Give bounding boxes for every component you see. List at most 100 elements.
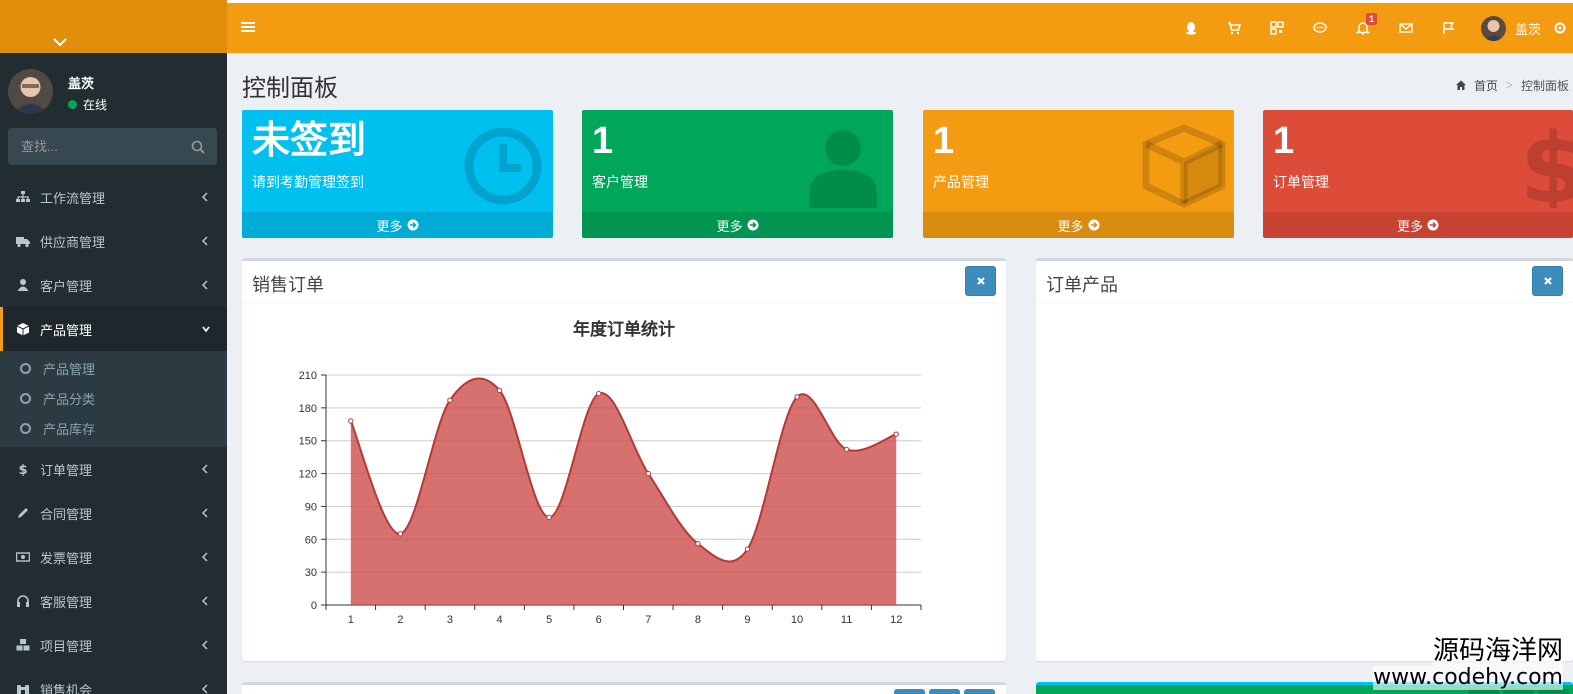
close-button[interactable] — [1532, 266, 1563, 296]
panel-tool-button[interactable] — [964, 689, 995, 694]
x-tick-label: 1 — [348, 614, 354, 626]
sidebar: 盖茨 在线 工作流管理 供应商管理 客户管理 产品管理 — [0, 53, 227, 694]
more-link[interactable]: 更多 — [242, 212, 553, 238]
panel-tool-button[interactable] — [1503, 689, 1534, 694]
user-status-label: 在线 — [83, 98, 108, 112]
box-label: 产品管理 — [933, 174, 989, 190]
panel-divider — [1036, 302, 1573, 303]
sidebar-item-invoices[interactable]: 发票管理 — [0, 535, 227, 579]
avatar — [1480, 15, 1506, 41]
panel-title: 订单产品 — [1046, 275, 1118, 295]
comment-icon[interactable] — [1299, 3, 1342, 53]
more-link[interactable]: 更多 — [923, 212, 1234, 238]
data-point — [695, 540, 701, 547]
more-link[interactable]: 更多 — [1263, 212, 1573, 238]
chevron-left-icon — [201, 640, 208, 650]
sidebar-item-contracts[interactable]: 合同管理 — [0, 491, 227, 535]
sidebar-item-customer-service[interactable]: 客服管理 — [0, 579, 227, 623]
user-menu[interactable]: 盖茨 — [1471, 3, 1553, 53]
cart-icon[interactable] — [1213, 3, 1256, 53]
sales-orders-panel: 销售订单 年度订单统计 0 30 60 90 120 150 180 210 1 2 3 4 5 6 7 8 9… — [242, 258, 1006, 661]
more-link[interactable]: 更多 — [582, 212, 893, 238]
y-tick-label: 0 — [311, 600, 317, 612]
box-value: 1 — [933, 120, 955, 162]
sidebar-toggle-icon[interactable] — [241, 20, 255, 34]
sidebar-item-label: 产品管理 — [40, 322, 93, 338]
sidebar-menu: 工作流管理 供应商管理 客户管理 产品管理 产品管理 产品分类 产品库存 $ 订… — [0, 175, 227, 694]
arrow-circle-right-icon — [1427, 219, 1439, 231]
x-tick-label: 6 — [596, 614, 602, 626]
user-icon — [16, 278, 30, 292]
data-point — [645, 470, 651, 477]
sidebar-item-projects[interactable]: 项目管理 — [0, 623, 227, 667]
x-tick-label: 7 — [645, 614, 651, 626]
customers-box: 1 客户管理 更多 — [582, 110, 893, 238]
y-tick-label: 210 — [299, 370, 317, 382]
qrcode-icon[interactable] — [1256, 3, 1299, 53]
logo-mark-icon — [53, 38, 67, 46]
sidebar-item-label: 客服管理 — [40, 594, 93, 610]
y-tick-label: 150 — [299, 436, 317, 448]
cubes-icon — [16, 638, 30, 652]
bottom-right-panel — [1036, 682, 1573, 694]
data-point — [447, 397, 453, 403]
sidebar-item-orders[interactable]: $ 订单管理 — [0, 447, 227, 491]
search-input[interactable] — [8, 128, 183, 165]
x-tick-label: 8 — [695, 614, 701, 626]
sidebar-item-label: 合同管理 — [40, 506, 93, 522]
y-tick-label: 180 — [299, 403, 317, 415]
close-icon — [976, 277, 985, 285]
panel-tool-button[interactable] — [1468, 689, 1499, 694]
sidebar-item-workflow[interactable]: 工作流管理 — [0, 175, 227, 219]
user-panel: 盖茨 在线 — [0, 53, 227, 125]
sidebar-item-label: 项目管理 — [40, 638, 93, 654]
x-tick-label: 3 — [447, 614, 453, 626]
flag-icon[interactable] — [1428, 3, 1471, 53]
panel-tool-button[interactable] — [1538, 689, 1569, 694]
bell-icon[interactable]: 1 — [1342, 3, 1385, 53]
chevron-left-icon — [201, 552, 208, 562]
close-icon — [1543, 277, 1552, 285]
sidebar-user-name: 盖茨 — [68, 76, 95, 91]
close-button[interactable] — [965, 266, 996, 296]
page-title: 控制面板 — [242, 75, 338, 102]
data-point — [546, 514, 552, 521]
area-fill — [350, 378, 897, 605]
sidebar-item-customers[interactable]: 客户管理 — [0, 263, 227, 307]
cube-icon — [16, 322, 30, 336]
panel-title: 销售订单 — [252, 275, 324, 295]
search-icon[interactable] — [191, 140, 205, 154]
avatar — [8, 69, 53, 114]
sidebar-search — [8, 128, 217, 165]
breadcrumb: 首页 > 控制面板 — [1455, 76, 1573, 94]
sidebar-item-label: 供应商管理 — [40, 234, 106, 250]
box-value: 1 — [592, 120, 614, 162]
sidebar-item-label: 发票管理 — [40, 550, 93, 566]
gear-icon[interactable] — [1553, 3, 1573, 53]
products-submenu: 产品管理 产品分类 产品库存 — [0, 351, 227, 447]
pencil-icon — [16, 506, 30, 520]
breadcrumb-home-link[interactable]: 首页 — [1474, 77, 1498, 94]
submenu-item-product-inventory[interactable]: 产品库存 — [0, 413, 227, 443]
sidebar-item-label: 订单管理 — [40, 462, 93, 478]
data-point — [397, 531, 404, 537]
sidebar-item-sales-opportunities[interactable]: 销售机会 — [0, 667, 227, 694]
chart-title: 年度订单统计 — [573, 320, 675, 339]
sidebar-item-suppliers[interactable]: 供应商管理 — [0, 219, 227, 263]
submenu-item-product-category[interactable]: 产品分类 — [0, 383, 227, 413]
chevron-left-icon — [201, 192, 208, 202]
logo[interactable] — [0, 0, 227, 53]
submenu-item-product-management[interactable]: 产品管理 — [0, 353, 227, 383]
panel-tool-button[interactable] — [894, 689, 925, 694]
user-icon — [809, 130, 877, 208]
dollar-icon: $ — [1520, 124, 1573, 208]
box-label: 订单管理 — [1273, 174, 1329, 190]
notification-badge: 1 — [1365, 13, 1377, 25]
qq-icon[interactable] — [1170, 3, 1213, 53]
envelope-icon[interactable] — [1385, 3, 1428, 53]
sidebar-item-label: 销售机会 — [40, 682, 93, 694]
panel-tool-button[interactable] — [929, 689, 960, 694]
data-point — [496, 387, 503, 394]
sidebar-item-products[interactable]: 产品管理 — [0, 307, 227, 351]
order-stats-chart: 03060901201501802101 2 3 4 5 6 7 8 9 10 11 12 — [299, 370, 922, 626]
